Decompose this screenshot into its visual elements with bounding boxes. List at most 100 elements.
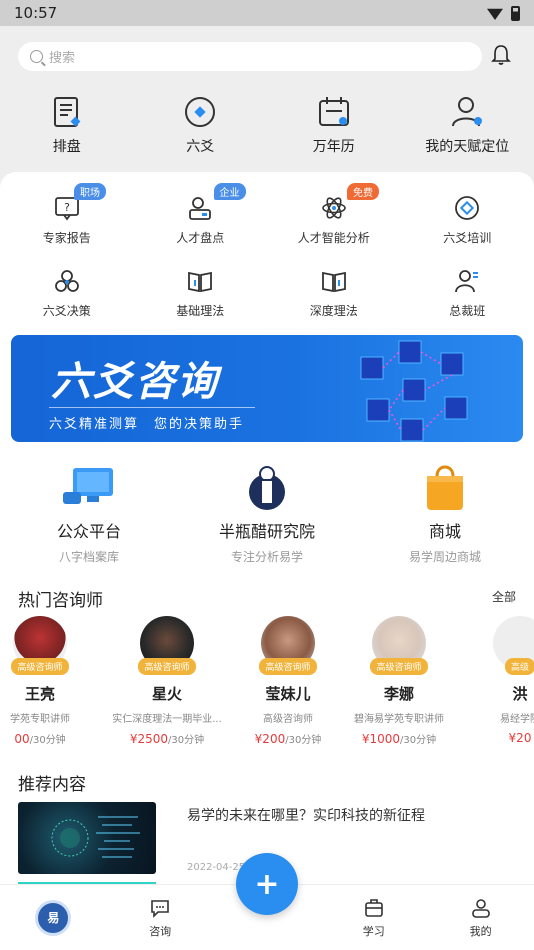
add-button[interactable]: +: [236, 853, 298, 915]
tab-home[interactable]: 易: [0, 885, 107, 950]
feature-label: 人才盘点: [176, 231, 225, 245]
feature-deep-theory[interactable]: 深度理法: [267, 268, 401, 319]
bell-icon[interactable]: [490, 43, 512, 67]
monitor-icon: [63, 468, 113, 504]
service-subtitle: 专注分析易学: [230, 550, 303, 564]
consultant-name: 王亮: [24, 685, 55, 703]
nav-label: 排盘: [52, 139, 81, 155]
ceo-icon: [455, 270, 479, 293]
feature-label: 基础理法: [176, 304, 225, 318]
price-unit: /30分钟: [285, 735, 322, 746]
talent-icon: [189, 197, 212, 220]
consultant-badge: 高级: [504, 658, 534, 675]
feature-label: 六爻决策: [42, 304, 91, 318]
bag-icon: [364, 898, 383, 917]
nav-liuyao[interactable]: 六爻: [134, 94, 268, 156]
chat-icon: [151, 899, 169, 918]
search-placeholder: 搜索: [49, 51, 76, 66]
app-logo-icon: 易: [35, 899, 72, 936]
feature-liuyao-decision[interactable]: 六爻决策: [0, 268, 134, 319]
consultant-card[interactable]: 高级咨询师 莹妹儿 高级咨询师 ¥200/30分钟: [228, 616, 348, 746]
consultants-more-link[interactable]: 全部: [492, 588, 516, 605]
atom-icon: [321, 197, 346, 219]
status-icons: [487, 5, 520, 21]
nav-talent-position[interactable]: 我的天赋定位: [401, 94, 534, 156]
battery-icon: [511, 5, 520, 21]
consultant-name: 星火: [151, 685, 182, 703]
search-input[interactable]: 搜索: [18, 42, 482, 71]
feature-label: 专家报告: [42, 231, 91, 245]
service-subtitle: 八字档案库: [58, 550, 119, 564]
feature-label: 人才智能分析: [297, 231, 370, 245]
tag-badge: 职场: [74, 183, 106, 200]
price-unit: /30分钟: [400, 735, 437, 746]
book-icon: [321, 271, 346, 293]
book-icon: [188, 271, 213, 293]
profile-icon: [471, 898, 490, 918]
nav-calendar[interactable]: 万年历: [267, 94, 401, 156]
article-thumbnail[interactable]: [18, 802, 156, 874]
nav-paipan[interactable]: 排盘: [0, 94, 134, 156]
article-date: 2022-04-25: [187, 862, 246, 873]
consultant-badge: 高级咨询师: [138, 658, 196, 675]
price-value: ¥2500: [129, 732, 169, 746]
banner-subtitle: 六爻精准测算 您的决策助手: [49, 417, 245, 432]
consultant-price: ¥1000/30分钟: [362, 731, 436, 746]
feature-talent-ai-analysis[interactable]: 免费 人才智能分析: [267, 183, 401, 246]
consultant-badge: 高级咨询师: [259, 658, 317, 675]
feature-talent-inventory[interactable]: 企业 人才盘点: [134, 183, 268, 246]
consultant-desc: 碧海易学苑专职讲师: [354, 714, 444, 725]
user-icon: [452, 97, 483, 127]
feature-ceo-class[interactable]: 总裁班: [401, 268, 534, 319]
search-icon: [30, 50, 43, 63]
training-icon: [455, 196, 480, 220]
tab-mine[interactable]: 我的: [427, 885, 534, 950]
feature-label: 六爻培训: [443, 231, 492, 245]
tab-consult[interactable]: 咨询: [107, 885, 214, 950]
feature-expert-report[interactable]: 职场 ? 专家报告: [0, 183, 134, 246]
feature-liuyao-training[interactable]: 六爻培训: [401, 195, 534, 246]
consultant-card[interactable]: 高级咨询师 星火 实仁深度理法一期毕业... ¥2500/30分钟: [107, 616, 227, 746]
tab-label: 咨询: [149, 924, 172, 938]
price-value: ¥1000: [361, 732, 401, 746]
status-time: 10:57: [14, 4, 58, 22]
tag-badge: 免费: [347, 183, 379, 200]
recommend-section-title: 推荐内容: [18, 775, 86, 795]
feature-basic-theory[interactable]: 基础理法: [134, 268, 268, 319]
services-row: 公众平台 八字档案库 半瓶醋研究院 专注分析易学 商城 易学周边商城: [0, 462, 534, 565]
consultant-card[interactable]: 高级 洪 易经学院 ¥20: [460, 616, 534, 745]
service-title: 商城: [428, 522, 461, 541]
consultant-card[interactable]: 高级咨询师 李娜 碧海易学苑专职讲师 ¥1000/30分钟: [339, 616, 459, 746]
status-bar: 10:57: [0, 0, 534, 26]
service-subtitle: 易学周边商城: [408, 550, 481, 564]
article-title[interactable]: 易学的未来在哪里？实印科技的新征程: [187, 805, 425, 825]
document-icon: [53, 97, 81, 127]
consultant-desc: 易经学院: [500, 714, 534, 725]
wifi-icon: [487, 8, 503, 20]
banner-title: 六爻咨询: [51, 359, 219, 405]
price-value: ¥20: [508, 731, 532, 745]
top-nav: 排盘 六爻 万年历 我的天赋定位: [0, 94, 534, 156]
consultant-price: 00/30分钟: [14, 731, 65, 746]
service-institute[interactable]: 半瓶醋研究院 专注分析易学: [178, 462, 356, 565]
service-public-platform[interactable]: 公众平台 八字档案库: [0, 462, 178, 565]
promo-banner[interactable]: 六爻咨询 六爻精准测算 您的决策助手: [11, 335, 523, 442]
consultant-name: 莹妹儿: [265, 685, 311, 703]
price-unit: /30分钟: [29, 735, 66, 746]
feature-label: 总裁班: [449, 304, 486, 318]
nav-label: 我的天赋定位: [425, 139, 510, 155]
compass-icon: [185, 97, 216, 127]
consultant-desc: 高级咨询师: [263, 714, 313, 725]
tab-study[interactable]: 学习: [320, 885, 427, 950]
consultant-desc: 学苑专职讲师: [10, 714, 70, 725]
price-unit: /30分钟: [168, 735, 205, 746]
shopping-bag-icon: [427, 465, 463, 510]
feature-grid-row-2: 六爻决策 基础理法 深度理法 总裁班: [0, 268, 534, 319]
consultants-section-title: 热门咨询师: [18, 591, 103, 611]
consultant-price: ¥20: [509, 731, 532, 745]
consultant-badge: 高级咨询师: [11, 658, 69, 675]
service-title: 半瓶醋研究院: [218, 522, 315, 541]
service-mall[interactable]: 商城 易学周边商城: [356, 462, 534, 565]
consultant-card[interactable]: 高级咨询师 王亮 学苑专职讲师 00/30分钟: [0, 616, 100, 746]
decision-icon: [54, 270, 79, 292]
